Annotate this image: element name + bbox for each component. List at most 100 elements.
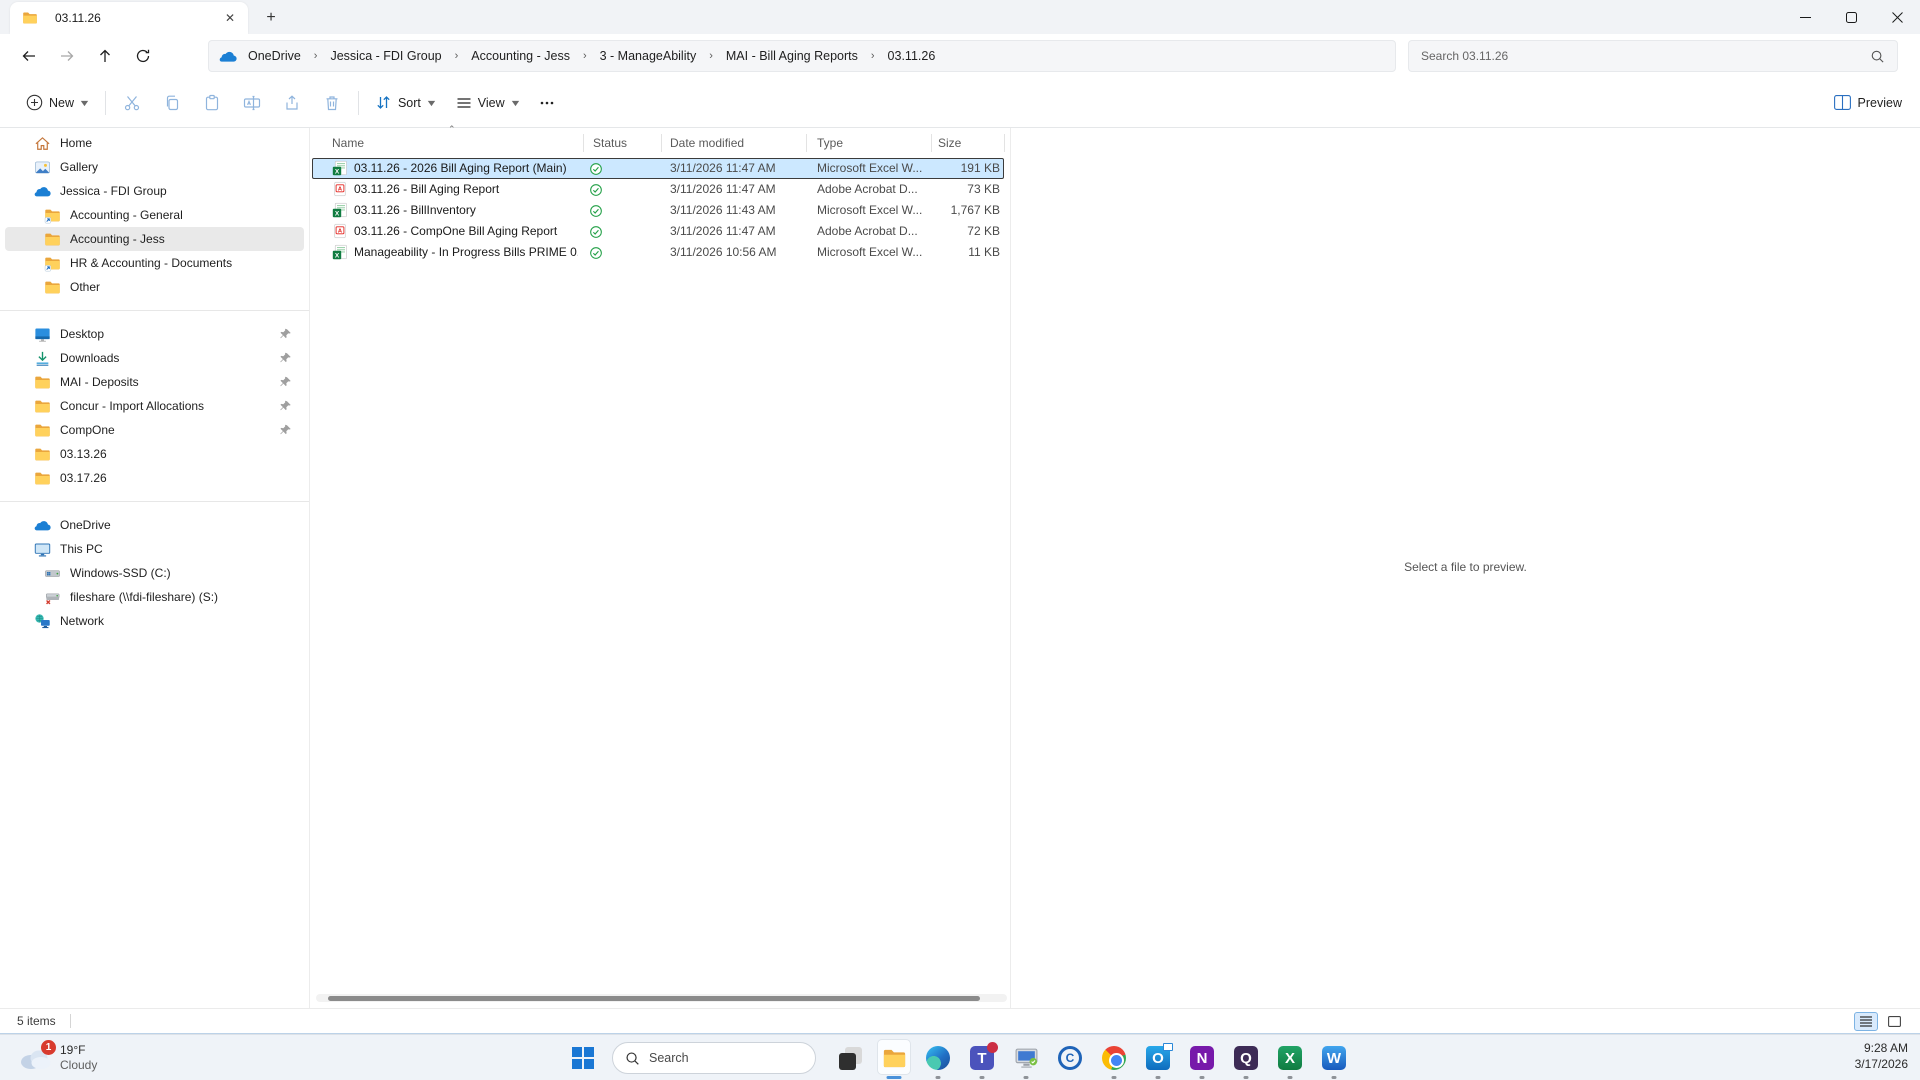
running-indicator <box>1155 1076 1161 1079</box>
delete-button[interactable] <box>312 85 352 121</box>
view-button-label: View <box>477 95 505 110</box>
taskbar-app-concur[interactable]: C <box>1048 1035 1092 1080</box>
column-separator[interactable] <box>931 134 932 152</box>
tab-close-icon[interactable]: ✕ <box>220 8 240 28</box>
breadcrumb-item-3-manageability[interactable]: 3 - ManageAbility <box>593 46 704 66</box>
file-row[interactable]: X Manageability - In Progress Bills PRIME… <box>310 242 1010 263</box>
taskbar-app-chrome[interactable] <box>1092 1035 1136 1080</box>
sort-button-label: Sort <box>397 95 421 110</box>
more-options-button[interactable] <box>530 85 564 121</box>
sidebar-item-hr-accounting-documents[interactable]: HR & Accounting - Documents <box>5 251 304 275</box>
taskbar-app-word[interactable]: W <box>1312 1035 1356 1080</box>
breadcrumb-chevron-icon[interactable]: › <box>577 50 593 62</box>
sidebar-item-fileshare-fdi-fileshare-s[interactable]: fileshare (\\fdi-fileshare) (S:) <box>5 585 304 609</box>
sidebar-item-accounting-general[interactable]: Accounting - General <box>5 203 304 227</box>
sidebar-item-label: Accounting - Jess <box>70 232 165 246</box>
paste-button[interactable] <box>192 85 232 121</box>
search-input[interactable]: Search 03.11.26 <box>1408 40 1898 72</box>
search-icon <box>626 1051 639 1065</box>
preview-toggle-label: Preview <box>1857 95 1902 110</box>
breadcrumb-item-onedrive[interactable]: OneDrive <box>241 46 308 66</box>
horizontal-scrollbar[interactable] <box>316 994 1007 1002</box>
breadcrumb-item-mai-bill-aging-reports[interactable]: MAI - Bill Aging Reports <box>719 46 865 66</box>
sidebar-item-this-pc[interactable]: This PC <box>5 537 304 561</box>
sidebar-item-accounting-jess[interactable]: Accounting - Jess <box>5 227 304 251</box>
column-separator[interactable] <box>1004 134 1005 152</box>
sidebar-item-03-17-26[interactable]: 03.17.26 <box>5 466 304 490</box>
minimize-button[interactable] <box>1782 0 1828 34</box>
sidebar-item-concur-import-allocations[interactable]: Concur - Import Allocations <box>5 394 304 418</box>
sidebar-item-gallery[interactable]: Gallery <box>5 155 304 179</box>
edge-icon <box>926 1046 950 1070</box>
breadcrumb-item-accounting-jess[interactable]: Accounting - Jess <box>464 46 577 66</box>
taskbar-app-teams[interactable]: T <box>960 1035 1004 1080</box>
breadcrumb-item-jessica-fdi-group[interactable]: Jessica - FDI Group <box>323 46 448 66</box>
taskbar-app-outlook[interactable]: O <box>1136 1035 1180 1080</box>
file-row[interactable]: A 03.11.26 - Bill Aging Report 3/11/2026 1… <box>310 179 1010 200</box>
scrollbar-thumb[interactable] <box>328 995 980 1001</box>
breadcrumb-chevron-icon[interactable]: › <box>703 50 719 62</box>
up-button[interactable] <box>86 39 124 73</box>
new-tab-button[interactable]: + <box>258 6 284 30</box>
file-row[interactable]: A 03.11.26 - CompOne Bill Aging Report 3/1… <box>310 221 1010 242</box>
sync-status-icon <box>589 225 603 239</box>
forward-button[interactable] <box>48 39 86 73</box>
folder-icon <box>22 10 38 26</box>
cut-button[interactable] <box>112 85 152 121</box>
sidebar-item-compone[interactable]: CompOne <box>5 418 304 442</box>
sidebar-item-mai-deposits[interactable]: MAI - Deposits <box>5 370 304 394</box>
breadcrumb-chevron-icon[interactable]: › <box>449 50 465 62</box>
refresh-button[interactable] <box>124 39 162 73</box>
column-separator[interactable] <box>583 134 584 152</box>
sidebar-item-home[interactable]: Home <box>5 131 304 155</box>
taskbar-app-excel[interactable]: X <box>1268 1035 1312 1080</box>
copy-button[interactable] <box>152 85 192 121</box>
breadcrumb-item-03-11-26[interactable]: 03.11.26 <box>881 46 943 66</box>
taskbar-app-remote-desktop[interactable] <box>1004 1035 1048 1080</box>
file-row[interactable]: X 03.11.26 - BillInventory 3/11/2026 11:43… <box>310 200 1010 221</box>
sidebar-item-desktop[interactable]: Desktop <box>5 322 304 346</box>
breadcrumb-chevron-icon[interactable]: › <box>865 50 881 62</box>
column-header-size[interactable]: Size <box>938 131 961 155</box>
sidebar-item-other[interactable]: Other <box>5 275 304 299</box>
sidebar-item-downloads[interactable]: Downloads <box>5 346 304 370</box>
breadcrumb-chevron-icon[interactable]: › <box>308 50 324 62</box>
breadcrumb[interactable]: OneDrive › Jessica - FDI Group › Accounting … <box>208 40 1396 72</box>
column-header-type[interactable]: Type <box>817 131 843 155</box>
file-row[interactable]: X 03.11.26 - 2026 Bill Aging Report (Main… <box>310 158 1010 179</box>
preview-message: Select a file to preview. <box>1404 560 1527 574</box>
new-button[interactable]: New ▼ <box>16 87 99 118</box>
excel-file-icon: X <box>332 202 348 218</box>
taskbar-app-q-app[interactable]: Q <box>1224 1035 1268 1080</box>
taskbar-app-task-view[interactable] <box>828 1035 872 1080</box>
sidebar-item-jessica-fdi-group[interactable]: Jessica - FDI Group <box>5 179 304 203</box>
explorer-tab[interactable]: 03.11.26 ✕ <box>10 2 248 34</box>
sidebar-item-network[interactable]: Network <box>5 609 304 633</box>
remote-desktop-icon <box>1014 1046 1039 1071</box>
details-view-button[interactable] <box>1854 1011 1878 1031</box>
sidebar-item-windows-ssd-c[interactable]: Windows-SSD (C:) <box>5 561 304 585</box>
column-header-name[interactable]: Name <box>332 131 364 155</box>
taskbar-search[interactable]: Search <box>612 1042 816 1074</box>
column-separator[interactable] <box>806 134 807 152</box>
taskbar-app-file-explorer[interactable] <box>872 1035 916 1080</box>
maximize-button[interactable] <box>1828 0 1874 34</box>
column-separator[interactable] <box>661 134 662 152</box>
large-icons-view-button[interactable] <box>1882 1012 1906 1031</box>
close-button[interactable] <box>1874 0 1920 34</box>
taskbar-clock[interactable]: 9:28 AM 3/17/2026 <box>1855 1041 1908 1072</box>
column-header-date-modified[interactable]: Date modified <box>670 131 744 155</box>
view-button[interactable]: View ▼ <box>446 88 530 118</box>
sort-button[interactable]: Sort ▼ <box>365 87 446 118</box>
rename-button[interactable] <box>232 85 272 121</box>
back-button[interactable] <box>10 39 48 73</box>
weather-widget[interactable]: 1 19°F Cloudy <box>10 1035 105 1080</box>
taskbar-app-edge[interactable] <box>916 1035 960 1080</box>
preview-toggle-button[interactable]: Preview <box>1833 95 1902 110</box>
column-header-status[interactable]: Status <box>593 131 627 155</box>
taskbar-app-onenote[interactable]: N <box>1180 1035 1224 1080</box>
sidebar-item-03-13-26[interactable]: 03.13.26 <box>5 442 304 466</box>
share-button[interactable] <box>272 85 312 121</box>
sidebar-item-onedrive[interactable]: OneDrive <box>5 513 304 537</box>
start-button[interactable] <box>566 1042 600 1074</box>
